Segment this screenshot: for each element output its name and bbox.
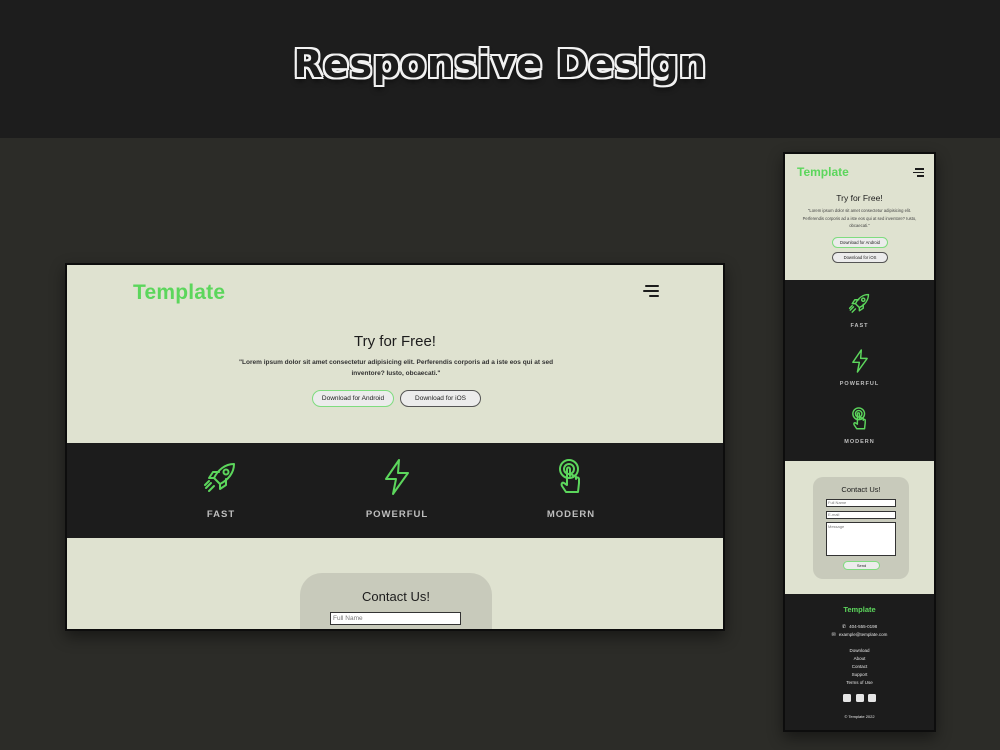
phone-icon: ✆ <box>841 624 847 630</box>
footer-link-about[interactable]: About <box>785 656 934 661</box>
mobile-feature-modern: MODERN <box>785 406 934 445</box>
mobile-full-name-input[interactable]: Full Name <box>826 499 896 507</box>
mobile-contact-card: Contact Us! Full Name E-mail Message Sen… <box>813 477 909 579</box>
touch-finger-icon <box>559 459 580 493</box>
hero-title: Try for Free! <box>354 333 436 350</box>
rocket-icon <box>204 463 235 492</box>
feature-label-fast: FAST <box>206 509 236 520</box>
full-name-input[interactable]: Full Name <box>330 612 461 625</box>
mobile-download-android-button[interactable]: Download for Android <box>832 237 888 248</box>
desktop-mockup: Template Try for Free! "Lorem ipsum dolo… <box>65 263 725 631</box>
hero-quote: "Lorem ipsum dolor sit amet consectetur … <box>238 359 554 377</box>
mobile-contact-title: Contact Us! <box>841 485 881 494</box>
hamburger-menu-icon[interactable] <box>643 285 659 299</box>
mobile-download-ios-button[interactable]: Download for iOS <box>832 252 888 263</box>
feature-label-modern: MODERN <box>546 509 596 520</box>
facebook-icon[interactable] <box>843 694 851 702</box>
mobile-site-logo[interactable]: Template <box>797 165 849 179</box>
features-section: FAST POWERFUL MODERN <box>67 443 723 538</box>
mobile-mockup: Template Try for Free! "Lorem ipsum dolo… <box>783 152 936 732</box>
footer-link-contact[interactable]: Contact <box>785 664 934 669</box>
mobile-feature-label-modern: MODERN <box>844 439 875 445</box>
feature-fast: FAST <box>161 457 281 520</box>
rocket-icon <box>848 293 869 313</box>
footer-phone-text: 404-555-0198 <box>849 624 878 629</box>
mobile-send-button[interactable]: Send <box>843 561 880 570</box>
download-ios-button[interactable]: Download for iOS <box>400 390 481 407</box>
lightning-bolt-icon <box>385 459 409 495</box>
mobile-feature-fast: FAST <box>785 290 934 329</box>
footer-email-text: example@template.com <box>838 632 888 637</box>
footer-link-terms[interactable]: Terms of Use <box>785 680 934 685</box>
footer-copyright: © Template 2022 <box>844 714 875 719</box>
mobile-email-input[interactable]: E-mail <box>826 511 896 519</box>
mobile-feature-powerful: POWERFUL <box>785 348 934 387</box>
mobile-footer: Template ✆ 404-555-0198 ✉ example@template… <box>785 594 934 730</box>
footer-link-support[interactable]: Support <box>785 672 934 677</box>
mobile-hero-quote: "Lorem ipsum dolor sit amet consectetur … <box>802 208 917 228</box>
showcase-title: Responsive Design <box>293 42 707 86</box>
mobile-contact-section: Contact Us! Full Name E-mail Message Sen… <box>785 461 934 594</box>
download-android-button[interactable]: Download for Android <box>312 390 394 407</box>
lightning-bolt-icon <box>851 349 868 373</box>
contact-title: Contact Us! <box>362 589 430 604</box>
site-logo[interactable]: Template <box>133 281 225 305</box>
mobile-message-textarea[interactable]: Message <box>826 522 896 556</box>
footer-logo[interactable]: Template <box>785 605 934 614</box>
feature-powerful: POWERFUL <box>337 457 457 520</box>
envelope-icon: ✉ <box>831 632 836 638</box>
feature-label-powerful: POWERFUL <box>365 509 429 520</box>
hero-section: Template Try for Free! "Lorem ipsum dolo… <box>67 265 723 443</box>
twitter-icon[interactable] <box>868 694 876 702</box>
mobile-hamburger-menu-icon[interactable] <box>913 168 924 177</box>
contact-section: Contact Us! Full Name <box>67 538 723 629</box>
mobile-features-section: FAST POWERFUL MODERN <box>785 280 934 461</box>
feature-modern: MODERN <box>511 457 631 520</box>
touch-finger-icon <box>851 407 866 430</box>
mobile-feature-label-fast: FAST <box>850 323 869 329</box>
mobile-hero-title: Try for Free! <box>836 193 883 203</box>
social-links <box>843 694 876 702</box>
footer-phone[interactable]: ✆ 404-555-0198 <box>785 624 934 630</box>
footer-link-download[interactable]: Download <box>785 648 934 653</box>
mobile-hero-section: Template Try for Free! "Lorem ipsum dolo… <box>785 154 934 280</box>
mobile-feature-label-powerful: POWERFUL <box>839 381 880 387</box>
instagram-icon[interactable] <box>855 694 864 702</box>
footer-email[interactable]: ✉ example@template.com <box>785 632 934 638</box>
contact-card: Contact Us! Full Name <box>300 573 492 629</box>
